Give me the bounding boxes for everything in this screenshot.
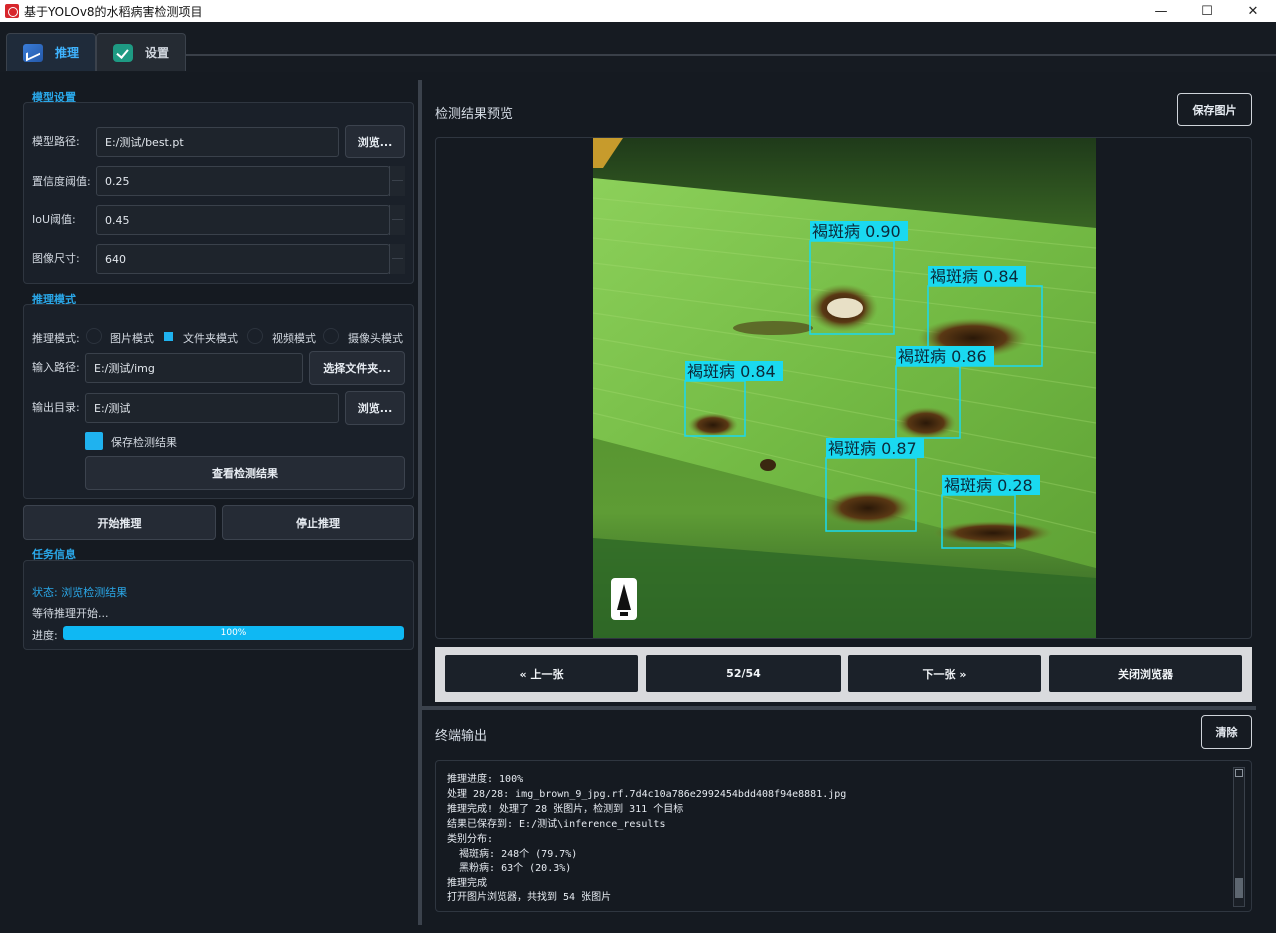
terminal-line: 褐斑病: 248个 (79.7%) — [447, 849, 578, 860]
detection-label: 褐斑病 0.84 — [687, 362, 776, 381]
detection-box — [825, 457, 917, 532]
scroll-up-arrow[interactable] — [1235, 769, 1243, 777]
progress-bar: 100% — [63, 626, 404, 640]
status-message: 等待推理开始... — [32, 607, 109, 620]
detection-label: 褐斑病 0.84 — [930, 267, 1019, 286]
image-size-label: 图像尺寸: — [32, 252, 80, 265]
tab-divider — [186, 54, 1276, 56]
detection-preview: 褐斑病 0.90 褐斑病 0.84 褐斑病 0.84 褐斑病 0.86 褐斑病 0.87… — [435, 137, 1252, 639]
start-inference-button[interactable]: 开始推理 — [23, 505, 216, 540]
status-text: 状态: 浏览检测结果 — [32, 586, 128, 599]
output-dir-label: 输出目录: — [32, 401, 80, 414]
detection-box — [809, 240, 895, 335]
check-icon — [113, 43, 133, 62]
detection-label: 褐斑病 0.87 — [828, 439, 917, 458]
radio-video-mode[interactable] — [247, 328, 263, 344]
detection-box — [941, 494, 1016, 549]
detection-label: 褐斑病 0.86 — [898, 347, 987, 366]
prev-image-button[interactable]: « 上一张 — [445, 655, 638, 692]
browser-navigation: « 上一张 52/54 下一张 » 关闭浏览器 — [435, 647, 1252, 702]
title-bar: 基于YOLOv8的水稻病害检测项目 — ☐ ✕ — [0, 0, 1276, 22]
detection-box — [895, 365, 961, 439]
input-path-label: 输入路径: — [32, 361, 80, 374]
stop-inference-button[interactable]: 停止推理 — [222, 505, 414, 540]
iou-threshold-label: IoU阈值: — [32, 213, 76, 226]
window-controls: — ☐ ✕ — [1138, 0, 1276, 22]
detection-boxes: 褐斑病 0.90 褐斑病 0.84 褐斑病 0.84 褐斑病 0.86 褐斑病 0.87… — [684, 221, 1043, 549]
tab-settings-label: 设置 — [145, 46, 170, 60]
input-path-input[interactable]: E:/测试/img — [85, 353, 303, 383]
terminal-line: 处理 28/28: img_brown_9_jpg.rf.7d4c10a786e… — [447, 789, 847, 800]
vertical-splitter[interactable] — [418, 80, 422, 925]
minimize-button[interactable]: — — [1138, 0, 1184, 22]
chart-icon — [23, 43, 43, 62]
close-browser-button[interactable]: 关闭浏览器 — [1049, 655, 1242, 692]
terminal-line: 推理进度: 100% — [447, 774, 524, 785]
conf-spin-arrows[interactable] — [389, 166, 405, 196]
save-results-label: 保存检测结果 — [111, 436, 177, 449]
model-path-label: 模型路径: — [32, 135, 80, 148]
iou-threshold-spinbox[interactable]: 0.45 — [96, 205, 390, 235]
tab-inference-label: 推理 — [55, 46, 80, 60]
model-browse-button[interactable]: 浏览... — [345, 125, 405, 158]
folder-mode-label: 文件夹模式 — [183, 332, 238, 345]
detection-label: 褐斑病 0.28 — [944, 476, 1033, 495]
tab-bar: 推理 设置 — [0, 22, 1276, 72]
terminal-scrollbar[interactable] — [1233, 767, 1245, 907]
image-size-spin-arrows[interactable] — [389, 244, 405, 274]
save-image-button[interactable]: 保存图片 — [1177, 93, 1252, 126]
output-browse-button[interactable]: 浏览... — [345, 391, 405, 425]
terminal-output[interactable]: 推理进度: 100% 处理 28/28: img_brown_9_jpg.rf.… — [435, 760, 1252, 912]
tab-settings[interactable]: 设置 — [96, 33, 186, 71]
camera-mode-label: 摄像头模式 — [348, 332, 403, 345]
video-mode-label: 视频模式 — [272, 332, 316, 345]
terminal-line: 类别分布: — [447, 834, 494, 845]
radio-folder-mode[interactable] — [164, 332, 173, 341]
terminal-line: 黑粉病: 63个 (20.3%) — [447, 863, 572, 874]
select-folder-button[interactable]: 选择文件夹... — [309, 351, 405, 385]
preview-title: 检测结果预览 — [435, 107, 514, 122]
detection-box — [684, 380, 746, 437]
terminal-title: 终端输出 — [435, 729, 488, 744]
window-title: 基于YOLOv8的水稻病害检测项目 — [24, 4, 203, 19]
close-button[interactable]: ✕ — [1230, 0, 1276, 22]
app-logo-icon — [5, 4, 19, 18]
terminal-line: 结果已保存到: E:/测试\inference_results — [447, 819, 666, 830]
clear-terminal-button[interactable]: 清除 — [1201, 715, 1252, 749]
image-size-spinbox[interactable]: 640 — [96, 244, 390, 274]
save-results-checkbox[interactable] — [85, 432, 103, 450]
maximize-button[interactable]: ☐ — [1184, 0, 1230, 22]
output-dir-input[interactable]: E:/测试 — [85, 393, 339, 423]
tab-inference[interactable]: 推理 — [6, 33, 96, 71]
iou-spin-arrows[interactable] — [389, 205, 405, 235]
conf-threshold-label: 置信度阈值: — [32, 175, 91, 188]
terminal-line: 推理完成! 处理了 28 张图片，检测到 311 个目标 — [447, 804, 684, 815]
radio-camera-mode[interactable] — [323, 328, 339, 344]
detection-label: 褐斑病 0.90 — [812, 222, 901, 241]
progress-label: 进度: — [32, 629, 58, 642]
scroll-thumb[interactable] — [1235, 878, 1243, 898]
model-path-input[interactable]: E:/测试/best.pt — [96, 127, 339, 157]
conf-threshold-spinbox[interactable]: 0.25 — [96, 166, 390, 196]
terminal-line: 推理完成 — [447, 878, 487, 889]
progress-percent: 100% — [220, 628, 247, 638]
terminal-line: 打开图片浏览器，共找到 54 张图片 — [447, 892, 612, 903]
horizontal-splitter[interactable] — [422, 706, 1256, 710]
view-results-button[interactable]: 查看检测结果 — [85, 456, 405, 490]
radio-image-mode[interactable] — [86, 328, 102, 344]
image-counter: 52/54 — [646, 655, 841, 692]
image-mode-label: 图片模式 — [110, 332, 154, 345]
next-image-button[interactable]: 下一张 » — [848, 655, 1041, 692]
mode-label: 推理模式: — [32, 332, 80, 345]
